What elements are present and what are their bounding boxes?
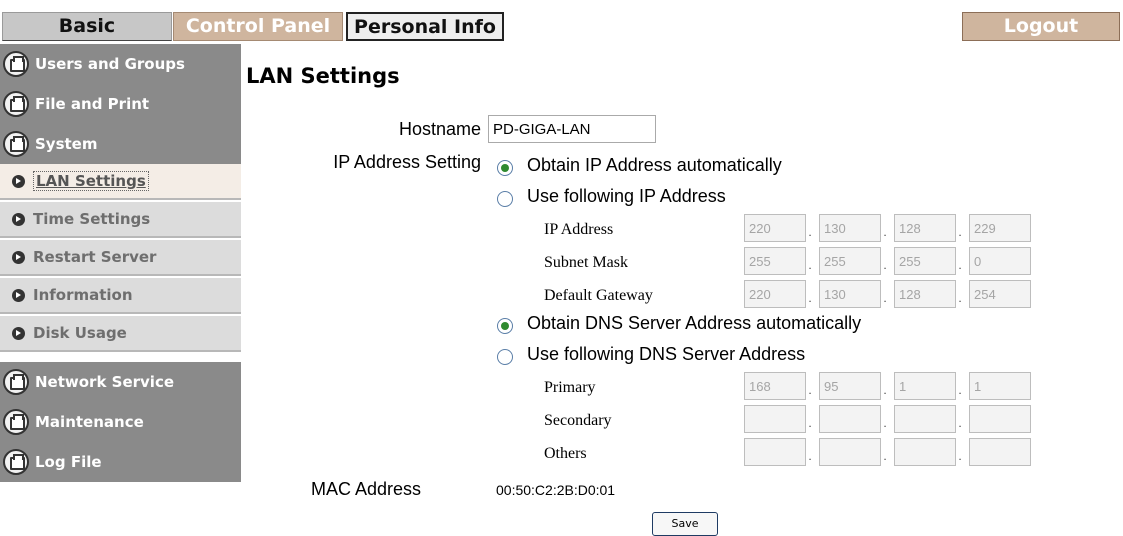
dns-auto-radio[interactable] (497, 318, 513, 334)
sidebar-item-label: Log File (35, 453, 102, 471)
gateway-octet-2[interactable] (819, 280, 881, 308)
dns-others-label: Others (544, 445, 587, 462)
dns-others-octet-1[interactable] (744, 438, 806, 466)
hostname-input[interactable] (488, 115, 656, 143)
mac-address-label: MAC Address (311, 479, 422, 499)
sidebar-item-label: Maintenance (35, 413, 144, 431)
ip-octet-4[interactable] (969, 214, 1031, 242)
sidebar-item-users-and-groups[interactable]: Users and Groups (0, 44, 241, 84)
ip-manual-radio[interactable] (497, 191, 513, 207)
sidebar-item-label: Disk Usage (33, 324, 127, 342)
ip-auto-label: Obtain IP Address automatically (527, 155, 782, 175)
sidebar-item-label: Time Settings (33, 210, 151, 228)
bullet-arrow-icon (12, 174, 25, 188)
folder-icon (3, 51, 29, 77)
sidebar-item-disk-usage[interactable]: Disk Usage (0, 316, 241, 352)
ip-octet-1[interactable] (744, 214, 806, 242)
tab-control-panel[interactable]: Control Panel (173, 12, 343, 41)
sidebar-item-information[interactable]: Information (0, 278, 241, 314)
sidebar-item-label: System (35, 135, 98, 153)
folder-icon (3, 369, 29, 395)
dns-primary-octet-3[interactable] (894, 372, 956, 400)
gateway-octet-1[interactable] (744, 280, 806, 308)
ip-octet-2[interactable] (819, 214, 881, 242)
folder-icon (3, 449, 29, 475)
dns-others-octet-4[interactable] (969, 438, 1031, 466)
sidebar-item-label: LAN Settings (33, 171, 149, 191)
subnet-octet-2[interactable] (819, 247, 881, 275)
dns-primary-label: Primary (544, 379, 596, 396)
dns-manual-label: Use following DNS Server Address (527, 344, 806, 364)
top-tab-bar: Basic Control Panel Personal Info Logout (0, 0, 1123, 41)
folder-icon (3, 409, 29, 435)
bullet-arrow-icon (12, 288, 25, 302)
sidebar-item-restart-server[interactable]: Restart Server (0, 240, 241, 276)
dns-manual-radio[interactable] (497, 349, 513, 365)
subnet-mask-label: Subnet Mask (544, 254, 628, 271)
sidebar-item-label: Network Service (35, 373, 175, 391)
gateway-octet-3[interactable] (894, 280, 956, 308)
sidebar-item-label: Information (33, 286, 133, 304)
dns-primary-octet-4[interactable] (969, 372, 1031, 400)
tab-personal-info[interactable]: Personal Info (346, 12, 504, 41)
default-gateway-label: Default Gateway (544, 287, 653, 304)
dns-others-octet-3[interactable] (894, 438, 956, 466)
subnet-octet-4[interactable] (969, 247, 1031, 275)
ip-address-label: IP Address (544, 221, 614, 238)
folder-icon (3, 91, 29, 117)
sidebar-item-lan-settings[interactable]: LAN Settings (0, 164, 241, 200)
sidebar-item-label: Restart Server (33, 248, 157, 266)
dns-secondary-octet-4[interactable] (969, 405, 1031, 433)
bullet-arrow-icon (12, 250, 25, 264)
gateway-octet-4[interactable] (969, 280, 1031, 308)
ip-address-setting-label: IP Address Setting (333, 152, 481, 172)
dns-auto-label: Obtain DNS Server Address automatically (527, 313, 862, 333)
save-button[interactable]: Save (652, 512, 718, 536)
tab-basic[interactable]: Basic (2, 12, 172, 41)
dns-primary-octet-1[interactable] (744, 372, 806, 400)
ip-auto-radio[interactable] (497, 160, 513, 176)
dns-secondary-octet-2[interactable] (819, 405, 881, 433)
page-title: LAN Settings (246, 64, 400, 88)
subnet-octet-1[interactable] (744, 247, 806, 275)
dns-secondary-label: Secondary (544, 412, 612, 429)
logout-button[interactable]: Logout (962, 12, 1120, 41)
ip-octet-3[interactable] (894, 214, 956, 242)
sidebar-item-log-file[interactable]: Log File (0, 442, 241, 482)
dns-secondary-octet-3[interactable] (894, 405, 956, 433)
sidebar-item-time-settings[interactable]: Time Settings (0, 202, 241, 238)
sidebar-item-system[interactable]: System (0, 124, 241, 164)
dns-secondary-octet-1[interactable] (744, 405, 806, 433)
sidebar-item-network-service[interactable]: Network Service (0, 362, 241, 402)
dns-others-octet-2[interactable] (819, 438, 881, 466)
sidebar-item-label: File and Print (35, 95, 150, 113)
ip-manual-label: Use following IP Address (527, 186, 726, 206)
subnet-octet-3[interactable] (894, 247, 956, 275)
sidebar: Users and Groups File and Print System L… (0, 44, 241, 482)
sidebar-item-maintenance[interactable]: Maintenance (0, 402, 241, 442)
sidebar-item-label: Users and Groups (35, 55, 185, 73)
mac-address-value: 00:50:C2:2B:D0:01 (496, 482, 616, 498)
folder-icon (3, 131, 29, 157)
hostname-label: Hostname (398, 119, 481, 139)
dns-primary-octet-2[interactable] (819, 372, 881, 400)
bullet-arrow-icon (12, 326, 25, 340)
sidebar-item-file-and-print[interactable]: File and Print (0, 84, 241, 124)
bullet-arrow-icon (12, 212, 25, 226)
